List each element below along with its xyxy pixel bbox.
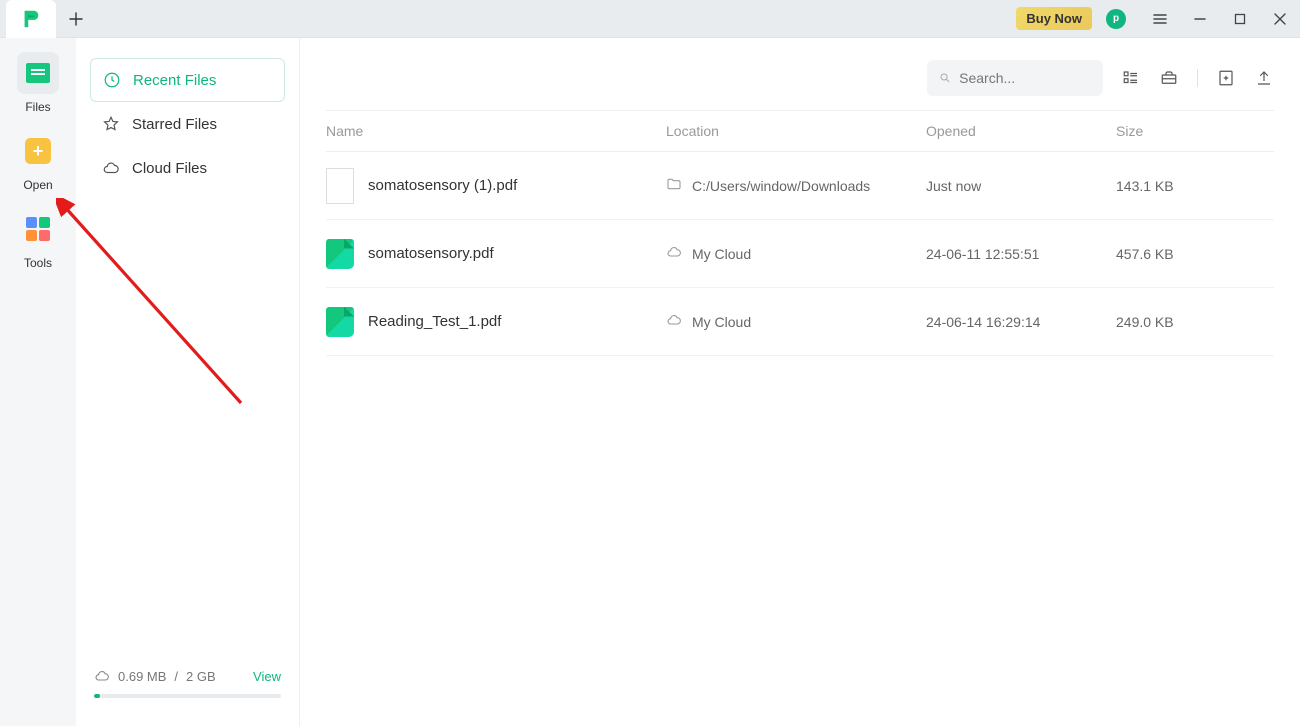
col-opened-header: Opened [926, 123, 1116, 139]
sidebar-starred-files[interactable]: Starred Files [90, 102, 285, 146]
pdf-thumbnail-icon [326, 239, 354, 269]
clock-icon [103, 71, 121, 89]
file-size: 249.0 KB [1116, 314, 1274, 330]
cloud-icon [666, 244, 682, 263]
menu-button[interactable] [1140, 0, 1180, 38]
file-location: My Cloud [692, 314, 751, 330]
file-plus-icon [1217, 69, 1235, 87]
user-avatar[interactable]: p [1106, 9, 1126, 29]
table-header: Name Location Opened Size [326, 110, 1274, 152]
storage-progress [94, 694, 281, 698]
rail-tools[interactable]: Tools [8, 208, 68, 270]
col-size-header: Size [1116, 123, 1274, 139]
file-name: Reading_Test_1.pdf [368, 313, 501, 330]
close-button[interactable] [1260, 0, 1300, 38]
star-icon [102, 115, 120, 133]
view-list-button[interactable] [1121, 68, 1141, 88]
files-icon [26, 63, 50, 83]
col-name-header: Name [326, 123, 666, 139]
toolbar-separator [1197, 69, 1198, 87]
toolbar [326, 56, 1274, 110]
cloud-small-icon [94, 668, 110, 684]
maximize-button[interactable] [1220, 0, 1260, 38]
file-location: My Cloud [692, 246, 751, 262]
plus-icon [69, 12, 83, 26]
sidebar: Recent Files Starred Files Cloud Files 0… [76, 38, 300, 726]
open-icon: + [25, 138, 51, 164]
new-tab-button[interactable] [56, 0, 96, 38]
buy-now-button[interactable]: Buy Now [1016, 7, 1092, 30]
storage-footer: 0.69 MB / 2 GB View [90, 668, 285, 706]
rail-files-label: Files [25, 100, 50, 114]
sidebar-starred-label: Starred Files [132, 116, 217, 133]
col-location-header: Location [666, 123, 926, 139]
table-body: somatosensory (1).pdf C:/Users/window/Dow… [326, 152, 1274, 356]
titlebar: Buy Now p [0, 0, 1300, 38]
file-name: somatosensory (1).pdf [368, 177, 517, 194]
tools-icon [26, 217, 50, 241]
close-icon [1273, 12, 1287, 26]
list-view-icon [1122, 69, 1140, 87]
app-logo-icon [20, 8, 42, 30]
hamburger-icon [1153, 12, 1167, 26]
storage-cap: 2 GB [186, 669, 216, 684]
search-box[interactable] [927, 60, 1103, 96]
file-opened: 24-06-14 16:29:14 [926, 314, 1116, 330]
document-thumbnail-icon [326, 168, 354, 204]
maximize-icon [1233, 12, 1247, 26]
sidebar-recent-label: Recent Files [133, 72, 216, 89]
rail-tools-label: Tools [24, 256, 52, 270]
minimize-icon [1193, 12, 1207, 26]
file-opened: Just now [926, 178, 1116, 194]
pdf-thumbnail-icon [326, 307, 354, 337]
folder-icon [666, 176, 682, 195]
upload-icon [1255, 69, 1273, 87]
search-icon [939, 71, 951, 85]
file-size: 143.1 KB [1116, 178, 1274, 194]
table-row[interactable]: somatosensory.pdf My Cloud 24-06-11 12:55:… [326, 220, 1274, 288]
nav-rail: Files + Open Tools [0, 38, 76, 726]
rail-files[interactable]: Files [8, 52, 68, 114]
storage-view-link[interactable]: View [253, 669, 281, 684]
table-row[interactable]: somatosensory (1).pdf C:/Users/window/Dow… [326, 152, 1274, 220]
sidebar-cloud-files[interactable]: Cloud Files [90, 146, 285, 190]
sidebar-recent-files[interactable]: Recent Files [90, 58, 285, 102]
rail-open-label: Open [23, 178, 52, 192]
main-panel: Name Location Opened Size somatosensory … [300, 38, 1300, 726]
file-opened: 24-06-11 12:55:51 [926, 246, 1116, 262]
minimize-button[interactable] [1180, 0, 1220, 38]
storage-used: 0.69 MB [118, 669, 166, 684]
new-file-button[interactable] [1216, 68, 1236, 88]
search-input[interactable] [959, 70, 1091, 86]
file-location: C:/Users/window/Downloads [692, 178, 870, 194]
cloud-icon [102, 159, 120, 177]
file-name: somatosensory.pdf [368, 245, 494, 262]
toolbox-button[interactable] [1159, 68, 1179, 88]
rail-open[interactable]: + Open [8, 130, 68, 192]
sidebar-cloud-label: Cloud Files [132, 160, 207, 177]
storage-sep: / [174, 669, 178, 684]
app-tab[interactable] [6, 0, 56, 38]
upload-button[interactable] [1254, 68, 1274, 88]
table-row[interactable]: Reading_Test_1.pdf My Cloud 24-06-14 16:29… [326, 288, 1274, 356]
toolbox-icon [1160, 69, 1178, 87]
cloud-icon [666, 312, 682, 331]
file-size: 457.6 KB [1116, 246, 1274, 262]
